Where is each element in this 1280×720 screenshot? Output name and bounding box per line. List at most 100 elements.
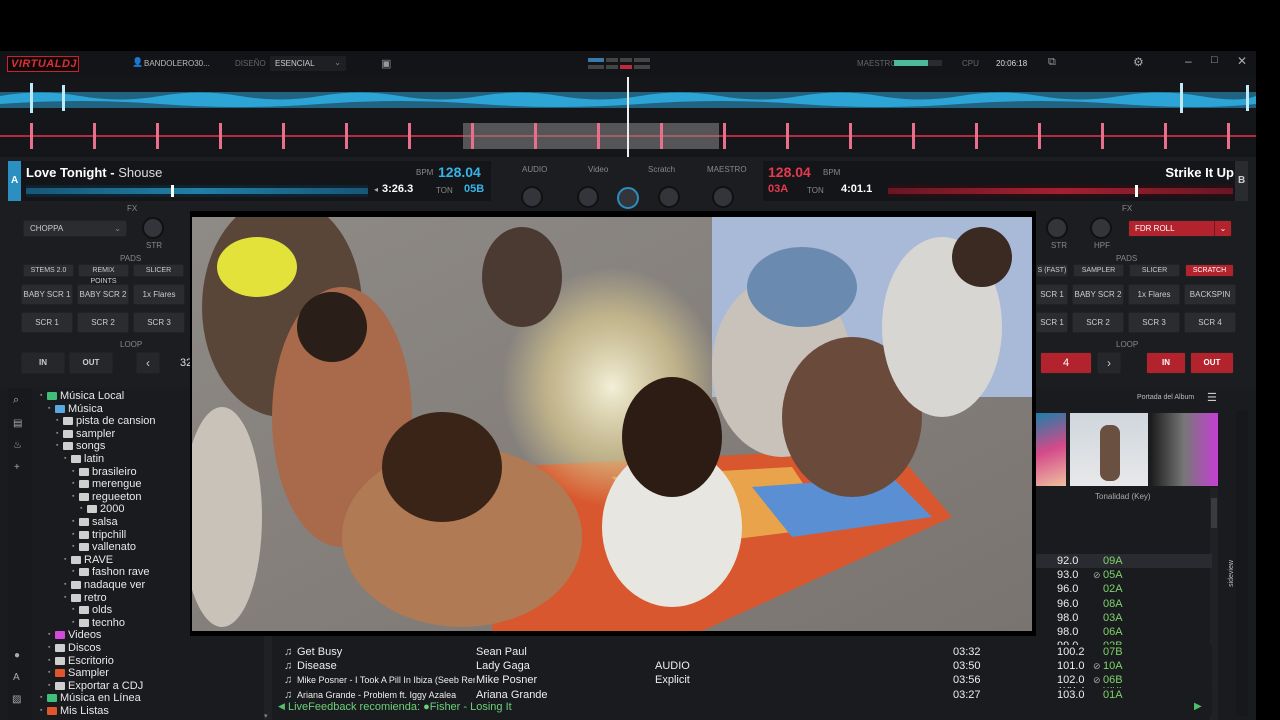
deck-a-progress[interactable]: [26, 185, 368, 197]
table-row[interactable]: ♫ Get Busy Sean Paul 03:32 100.2 07B: [276, 645, 1212, 659]
deck-a-progress-marker: [171, 185, 174, 197]
master-meter: [894, 60, 942, 66]
track-time: 03:50: [953, 660, 981, 673]
deck-a-bpm-label: BPM: [416, 168, 434, 177]
deck-a-time-icon: ◂: [374, 185, 379, 194]
track-artist: Ariana Grande: [476, 688, 548, 701]
deck-b-progress[interactable]: [888, 185, 1233, 197]
beat-spike: [597, 123, 600, 149]
deck-a-str-knob[interactable]: [142, 217, 164, 239]
deck-b-progress-marker: [1135, 185, 1138, 197]
user-icon: 👤: [132, 57, 144, 67]
deck-b-loop-label: LOOP: [1116, 340, 1139, 349]
sync-icon: ⊘: [1093, 675, 1101, 686]
mixer-label-audio[interactable]: AUDIO: [522, 165, 547, 174]
deck-a-pad-6[interactable]: SCR 2: [77, 312, 129, 333]
deck-a-tab-stems[interactable]: STEMS 2.0: [23, 264, 74, 277]
deck-b-tab-stems[interactable]: S (FAST): [1036, 264, 1068, 277]
deck-b-pad-1[interactable]: SCR 1: [1036, 284, 1068, 305]
deck-a-in-button[interactable]: IN: [21, 352, 65, 374]
deck-b-pad-5[interactable]: SCR 1: [1036, 312, 1068, 333]
user-name[interactable]: BANDOLERO30...: [144, 59, 210, 68]
track-title: Disease: [297, 660, 337, 673]
deck-b-pad-2[interactable]: BABY SCR 2: [1072, 284, 1124, 305]
chevron-down-icon: ⌄: [114, 224, 121, 233]
deck-b-hpf-knob[interactable]: [1090, 217, 1112, 239]
deck-b-str-knob[interactable]: [1046, 217, 1068, 239]
crossfader-knob[interactable]: [617, 187, 639, 209]
deck-b-tab-sampler[interactable]: SAMPLER: [1073, 264, 1124, 277]
deck-b-bpm[interactable]: 128.04: [768, 164, 811, 180]
deck-b-pad-3[interactable]: 1x Flares: [1128, 284, 1180, 305]
deck-a-tab-remix[interactable]: REMIX POINTS: [78, 264, 129, 285]
master-knob[interactable]: [712, 186, 734, 208]
track-bpm: 101.0: [1057, 660, 1085, 673]
music-note-icon: ♫: [284, 646, 293, 658]
deck-layout-indicator[interactable]: [588, 58, 650, 72]
track-time: 03:56: [953, 674, 981, 687]
deck-a-fx-select[interactable]: CHOPPA ⌄: [23, 220, 127, 237]
deck-b-pad-6[interactable]: SCR 2: [1072, 312, 1124, 333]
deck-a-artist: Shouse: [118, 165, 163, 180]
beat-spike: [408, 123, 411, 149]
chevron-down-icon: ⌄: [334, 58, 341, 67]
deck-b-pad-4[interactable]: BACKSPIN: [1184, 284, 1236, 305]
deck-a-pad-5[interactable]: SCR 1: [21, 312, 73, 333]
audio-knob[interactable]: [521, 186, 543, 208]
deck-a-loop-label: LOOP: [120, 340, 143, 349]
table-row[interactable]: ♫ Mike Posner - I Took A Pill In Ibiza (S…: [276, 673, 1212, 688]
layout-label: DISEÑO: [235, 59, 266, 68]
deck-b-pad-8[interactable]: SCR 4: [1184, 312, 1236, 333]
table-row[interactable]: ♫ Disease Lady Gaga AUDIO 03:50 101.0 ⊘ 10A: [276, 659, 1212, 674]
side-info-column: sideview: [1228, 410, 1248, 716]
deck-b-loop-next[interactable]: ›: [1097, 352, 1121, 374]
waveform-overview[interactable]: [0, 77, 1256, 157]
deck-b-in-button[interactable]: IN: [1146, 352, 1186, 374]
sideview-tab[interactable]: sideview: [1228, 560, 1235, 587]
minimize-icon[interactable]: –: [1185, 54, 1192, 68]
play-icon[interactable]: ▶: [1194, 701, 1202, 712]
deck-a-tab-slicer[interactable]: SLICER: [133, 264, 184, 277]
live-feedback-icon: ◀: [278, 701, 285, 711]
scratch-knob[interactable]: [658, 186, 680, 208]
deck-b-fx-label: FX: [1122, 204, 1133, 213]
virtualdj-logo: VIRTUALDJ: [7, 56, 79, 72]
cube-icon[interactable]: ▣: [381, 57, 391, 70]
table-row[interactable]: ♫ Ariana Grande - Problem ft. Iggy Azalea…: [276, 687, 1212, 702]
deck-a-bpm[interactable]: 128.04: [438, 164, 481, 180]
gear-icon[interactable]: ⚙: [1133, 55, 1144, 69]
deck-b-pad-7[interactable]: SCR 3: [1128, 312, 1180, 333]
deck-a-pad-1[interactable]: BABY SCR 1: [21, 284, 73, 305]
playhead: [627, 77, 629, 157]
top-bar: VIRTUALDJ 👤 BANDOLERO30... DISEÑO ESENCI…: [0, 51, 1256, 78]
deck-a-out-button[interactable]: OUT: [69, 352, 113, 374]
mixer-label-scratch[interactable]: Scratch: [648, 165, 675, 174]
video-preview-window[interactable]: [190, 211, 1036, 636]
maximize-icon[interactable]: □: [1211, 54, 1218, 66]
master-meter-fill: [894, 60, 928, 66]
close-icon[interactable]: ✕: [1237, 54, 1247, 68]
deck-b-pads-label: PADS: [1116, 254, 1138, 263]
deck-b-fx-select[interactable]: FDR ROLL ⌄: [1128, 220, 1232, 237]
deck-a-key[interactable]: 05B: [464, 183, 484, 195]
layout-select[interactable]: ESENCIAL ⌄: [270, 56, 346, 71]
deck-a-pad-2[interactable]: BABY SCR 2: [77, 284, 129, 305]
beat-spike: [912, 123, 915, 149]
deck-a-loop-prev[interactable]: ‹: [136, 352, 160, 374]
deck-b-out-button[interactable]: OUT: [1190, 352, 1234, 374]
record-icon[interactable]: ⧉: [1048, 56, 1056, 69]
live-feedback-bar[interactable]: ◀ LiveFeedback recomienda: ●Fisher - Los…: [276, 701, 1212, 715]
deck-b-tab-slicer[interactable]: SLICER: [1129, 264, 1180, 277]
mixer-label-video[interactable]: Video: [588, 165, 608, 174]
mixer-label-master[interactable]: MAESTRO: [707, 165, 747, 174]
deck-a-pad-7[interactable]: SCR 3: [133, 312, 185, 333]
deck-b-letter-tab[interactable]: B: [1235, 161, 1248, 201]
deck-b-loop-value[interactable]: 4: [1040, 352, 1092, 374]
deck-a-pad-3[interactable]: 1x Flares: [133, 284, 185, 305]
deck-b-key[interactable]: 03A: [768, 183, 788, 195]
video-knob[interactable]: [577, 186, 599, 208]
deck-b-key-label: TON: [807, 186, 824, 195]
deck-a-letter-tab[interactable]: A: [8, 161, 21, 201]
deck-b-bpm-label: BPM: [823, 168, 841, 177]
deck-b-tab-scratch[interactable]: SCRATCH: [1185, 264, 1234, 277]
